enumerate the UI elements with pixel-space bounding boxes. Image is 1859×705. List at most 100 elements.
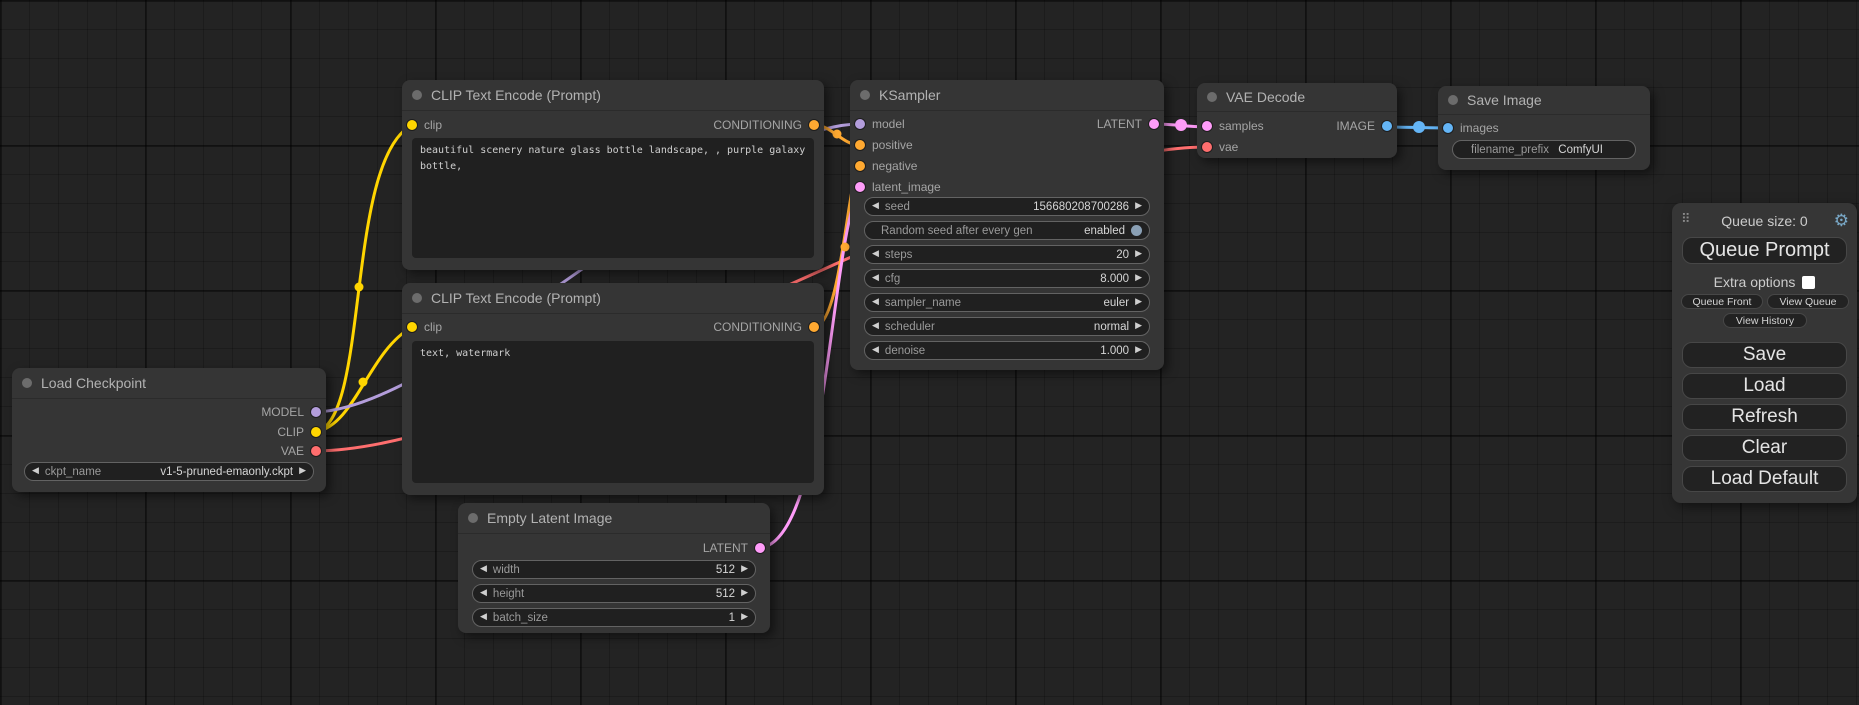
node-clip-text-encode-negative[interactable]: CLIP Text Encode (Prompt) clip CONDITION… (402, 283, 824, 495)
widget-height[interactable]: ◀ height 512 ▶ (472, 584, 756, 603)
refresh-button[interactable]: Refresh (1682, 404, 1847, 430)
prev-arrow-icon[interactable]: ◀ (32, 467, 39, 476)
view-history-button[interactable]: View History (1723, 313, 1807, 328)
next-arrow-icon[interactable]: ▶ (741, 589, 748, 598)
widget-seed[interactable]: ◀ seed 156680208700286 ▶ (864, 197, 1150, 216)
widget-batch-size[interactable]: ◀ batch_size 1 ▶ (472, 608, 756, 627)
node-title-bar[interactable]: Empty Latent Image (458, 503, 770, 534)
output-slot-image[interactable]: IMAGE (1336, 116, 1392, 136)
widget-denoise[interactable]: ◀ denoise 1.000 ▶ (864, 341, 1150, 360)
view-queue-button[interactable]: View Queue (1767, 294, 1849, 309)
next-arrow-icon[interactable]: ▶ (741, 565, 748, 574)
next-arrow-icon[interactable]: ▶ (1135, 250, 1142, 259)
clip-port-icon[interactable] (311, 427, 321, 437)
save-button[interactable]: Save (1682, 342, 1847, 368)
conditioning-port-icon[interactable] (855, 140, 865, 150)
node-ksampler[interactable]: KSampler model positive negative latent_… (850, 80, 1164, 370)
node-vae-decode[interactable]: VAE Decode samples IMAGE vae (1197, 83, 1397, 158)
latent-port-icon[interactable] (1202, 121, 1212, 131)
clip-port-icon[interactable] (407, 120, 417, 130)
node-title-bar[interactable]: VAE Decode (1197, 83, 1397, 112)
widget-scheduler[interactable]: ◀ scheduler normal ▶ (864, 317, 1150, 336)
input-slot-vae[interactable]: vae (1202, 137, 1238, 157)
widget-steps[interactable]: ◀ steps 20 ▶ (864, 245, 1150, 264)
extra-options-checkbox[interactable] (1802, 276, 1815, 289)
prev-arrow-icon[interactable]: ◀ (480, 565, 487, 574)
latent-port-icon[interactable] (855, 182, 865, 192)
comfy-menu-panel[interactable]: ⠿ Queue size: 0 ⚙ Queue Prompt Extra opt… (1672, 203, 1857, 503)
output-slot-latent[interactable]: LATENT (703, 538, 765, 558)
clear-button[interactable]: Clear (1682, 435, 1847, 461)
conditioning-port-icon[interactable] (809, 322, 819, 332)
input-slot-samples[interactable]: samples (1202, 116, 1264, 136)
node-title-bar[interactable]: CLIP Text Encode (Prompt) (402, 283, 824, 314)
node-save-image[interactable]: Save Image images filename_prefix ComfyU… (1438, 86, 1650, 170)
image-port-icon[interactable] (1382, 121, 1392, 131)
model-port-icon[interactable] (311, 407, 321, 417)
prev-arrow-icon[interactable]: ◀ (872, 250, 879, 259)
prev-arrow-icon[interactable]: ◀ (480, 589, 487, 598)
widget-sampler-name[interactable]: ◀ sampler_name euler ▶ (864, 293, 1150, 312)
model-port-icon[interactable] (855, 119, 865, 129)
node-title-bar[interactable]: CLIP Text Encode (Prompt) (402, 80, 824, 111)
queue-prompt-button[interactable]: Queue Prompt (1682, 237, 1847, 264)
input-slot-model[interactable]: model (855, 114, 905, 134)
collapse-dot-icon[interactable] (468, 513, 478, 523)
output-slot-conditioning[interactable]: CONDITIONING (713, 115, 819, 135)
widget-filename-prefix[interactable]: filename_prefix ComfyUI (1452, 140, 1636, 159)
input-slot-negative[interactable]: negative (855, 156, 917, 176)
prompt-textarea[interactable]: beautiful scenery nature glass bottle la… (412, 138, 814, 258)
input-slot-clip[interactable]: clip (407, 317, 442, 337)
next-arrow-icon[interactable]: ▶ (1135, 202, 1142, 211)
output-slot-model[interactable]: MODEL (261, 402, 321, 422)
widget-cfg[interactable]: ◀ cfg 8.000 ▶ (864, 269, 1150, 288)
input-slot-positive[interactable]: positive (855, 135, 913, 155)
node-title-bar[interactable]: Save Image (1438, 86, 1650, 115)
prev-arrow-icon[interactable]: ◀ (872, 202, 879, 211)
node-empty-latent-image[interactable]: Empty Latent Image LATENT ◀ width 512 ▶ … (458, 503, 770, 633)
vae-port-icon[interactable] (311, 446, 321, 456)
latent-port-icon[interactable] (755, 543, 765, 553)
collapse-dot-icon[interactable] (22, 378, 32, 388)
next-arrow-icon[interactable]: ▶ (1135, 346, 1142, 355)
output-slot-vae[interactable]: VAE (281, 441, 321, 461)
conditioning-port-icon[interactable] (809, 120, 819, 130)
next-arrow-icon[interactable]: ▶ (1135, 322, 1142, 331)
toggle-dot-icon[interactable] (1131, 225, 1142, 236)
input-slot-clip[interactable]: clip (407, 115, 442, 135)
next-arrow-icon[interactable]: ▶ (1135, 298, 1142, 307)
next-arrow-icon[interactable]: ▶ (1135, 274, 1142, 283)
latent-port-icon[interactable] (1149, 119, 1159, 129)
widget-width[interactable]: ◀ width 512 ▶ (472, 560, 756, 579)
output-slot-clip[interactable]: CLIP (277, 422, 321, 442)
widget-random-seed-toggle[interactable]: Random seed after every gen enabled (864, 221, 1150, 240)
widget-ckpt-name[interactable]: ◀ ckpt_name v1-5-pruned-emaonly.ckpt ▶ (24, 462, 314, 481)
input-slot-images[interactable]: images (1443, 118, 1499, 138)
load-default-button[interactable]: Load Default (1682, 466, 1847, 492)
output-slot-conditioning[interactable]: CONDITIONING (713, 317, 819, 337)
queue-front-button[interactable]: Queue Front (1681, 294, 1763, 309)
image-port-icon[interactable] (1443, 123, 1453, 133)
vae-port-icon[interactable] (1202, 142, 1212, 152)
settings-gear-icon[interactable]: ⚙ (1834, 211, 1849, 231)
node-clip-text-encode-positive[interactable]: CLIP Text Encode (Prompt) clip CONDITION… (402, 80, 824, 270)
collapse-dot-icon[interactable] (860, 90, 870, 100)
prev-arrow-icon[interactable]: ◀ (872, 346, 879, 355)
collapse-dot-icon[interactable] (412, 293, 422, 303)
input-slot-latent-image[interactable]: latent_image (855, 177, 941, 197)
collapse-dot-icon[interactable] (1207, 92, 1217, 102)
node-title-bar[interactable]: KSampler (850, 80, 1164, 111)
collapse-dot-icon[interactable] (1448, 95, 1458, 105)
next-arrow-icon[interactable]: ▶ (741, 613, 748, 622)
conditioning-port-icon[interactable] (855, 161, 865, 171)
drag-handle-icon[interactable]: ⠿ (1681, 212, 1691, 227)
prev-arrow-icon[interactable]: ◀ (872, 274, 879, 283)
output-slot-latent[interactable]: LATENT (1097, 114, 1159, 134)
node-title-bar[interactable]: Load Checkpoint (12, 368, 326, 399)
load-button[interactable]: Load (1682, 373, 1847, 399)
collapse-dot-icon[interactable] (412, 90, 422, 100)
next-arrow-icon[interactable]: ▶ (299, 467, 306, 476)
prev-arrow-icon[interactable]: ◀ (480, 613, 487, 622)
node-load-checkpoint[interactable]: Load Checkpoint MODEL CLIP VAE ◀ ckpt_na… (12, 368, 326, 492)
graph-canvas[interactable]: Load Checkpoint MODEL CLIP VAE ◀ ckpt_na… (0, 0, 1859, 705)
